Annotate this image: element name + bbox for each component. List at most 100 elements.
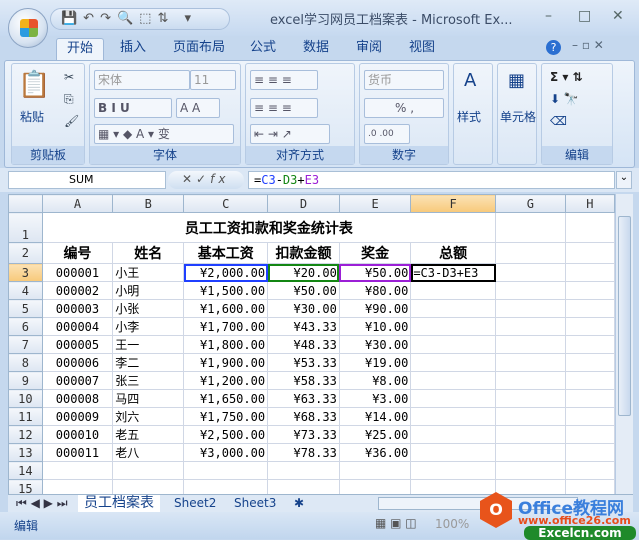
cell[interactable]: 000005: [41, 335, 114, 354]
close-button[interactable]: ✕: [612, 8, 624, 24]
help-icon[interactable]: ?: [546, 40, 561, 55]
cell[interactable]: ¥30.00: [267, 299, 340, 318]
tab-formulas[interactable]: 公式: [240, 38, 286, 60]
cell[interactable]: ¥1,800.00: [183, 335, 269, 354]
column-title-cell[interactable]: 编号: [41, 242, 114, 264]
cell[interactable]: ¥80.00: [338, 281, 412, 300]
cell[interactable]: [495, 443, 566, 462]
cell[interactable]: ¥1,750.00: [183, 407, 269, 426]
cell[interactable]: [267, 461, 340, 480]
cell[interactable]: ¥20.00: [267, 263, 340, 282]
workbook-minimize-button[interactable]: – ▫ ✕: [572, 38, 604, 52]
quick-access-toolbar[interactable]: 💾↶↷🔍⬚⇅ ▾: [50, 8, 230, 30]
tab-view[interactable]: 视图: [399, 38, 445, 60]
cell[interactable]: [495, 317, 566, 336]
cell[interactable]: [338, 479, 412, 494]
cell[interactable]: [495, 263, 566, 282]
column-header[interactable]: C: [183, 194, 269, 213]
cell[interactable]: [564, 317, 615, 336]
cell[interactable]: [183, 461, 269, 480]
view-buttons[interactable]: ▦ ▣ ◫: [375, 516, 417, 530]
cell[interactable]: 000008: [41, 389, 114, 408]
cell[interactable]: [410, 281, 496, 300]
cell[interactable]: [495, 353, 566, 372]
column-header[interactable]: F: [410, 194, 496, 213]
maximize-button[interactable]: □: [578, 8, 591, 24]
cell[interactable]: 000004: [41, 317, 114, 336]
cell[interactable]: 小李: [112, 317, 185, 336]
cell[interactable]: ¥43.33: [267, 317, 340, 336]
cell[interactable]: [495, 425, 566, 444]
cell[interactable]: ¥10.00: [338, 317, 412, 336]
cell[interactable]: [495, 461, 566, 480]
cell[interactable]: ¥1,700.00: [183, 317, 269, 336]
insert-sheet-icon[interactable]: ✱: [288, 495, 310, 512]
row-header[interactable]: 4: [8, 281, 43, 300]
cell[interactable]: [564, 371, 615, 390]
row-header[interactable]: 8: [8, 353, 43, 372]
cell[interactable]: ¥36.00: [338, 443, 412, 462]
cells-button[interactable]: ▦ 单元格: [497, 63, 537, 165]
percent-button[interactable]: % ,: [364, 98, 444, 118]
row-header[interactable]: 6: [8, 317, 43, 336]
row-header[interactable]: 10: [8, 389, 43, 408]
row-header[interactable]: 13: [8, 443, 43, 462]
cell[interactable]: ¥1,900.00: [183, 353, 269, 372]
clear-icon[interactable]: ⌫: [550, 114, 567, 128]
cell[interactable]: [410, 299, 496, 318]
cell[interactable]: 小张: [112, 299, 185, 318]
cell[interactable]: [41, 461, 114, 480]
cell[interactable]: ¥53.33: [267, 353, 340, 372]
row-header[interactable]: 14: [8, 461, 43, 480]
cell[interactable]: 老八: [112, 443, 185, 462]
cell[interactable]: ¥1,500.00: [183, 281, 269, 300]
column-title-cell[interactable]: 扣款金额: [267, 242, 340, 264]
font-size-select[interactable]: 11: [190, 70, 236, 90]
number-format-select[interactable]: 货币: [364, 70, 444, 90]
cell[interactable]: [112, 461, 185, 480]
row-header[interactable]: 15: [8, 479, 43, 494]
row-header[interactable]: 5: [8, 299, 43, 318]
cell[interactable]: ¥25.00: [338, 425, 412, 444]
indent-orientation-buttons[interactable]: ⇤ ⇥ ↗: [250, 124, 330, 144]
paste-icon[interactable]: 📋: [18, 70, 50, 100]
cell[interactable]: [495, 335, 566, 354]
formula-buttons[interactable]: ✕✓fx: [168, 171, 244, 189]
cell[interactable]: [564, 425, 615, 444]
vertical-scrollbar[interactable]: [615, 194, 633, 494]
row-header[interactable]: 1: [8, 212, 43, 243]
cell[interactable]: ¥14.00: [338, 407, 412, 426]
cell[interactable]: ¥1,600.00: [183, 299, 269, 318]
cell[interactable]: 马四: [112, 389, 185, 408]
cell[interactable]: [564, 212, 615, 243]
cell[interactable]: 小明: [112, 281, 185, 300]
cell[interactable]: ¥8.00: [338, 371, 412, 390]
column-header[interactable]: G: [495, 194, 566, 213]
sheet-nav-buttons[interactable]: ⏮ ◀ ▶ ⏭: [10, 495, 74, 512]
cell[interactable]: [41, 479, 114, 494]
styles-button[interactable]: A 样式: [453, 63, 493, 165]
cell[interactable]: ¥1,650.00: [183, 389, 269, 408]
format-painter-icon[interactable]: 🖌: [64, 114, 79, 128]
expand-formula-bar-button[interactable]: ⌄: [616, 171, 632, 189]
cell[interactable]: ¥58.33: [267, 371, 340, 390]
tab-page-layout[interactable]: 页面布局: [163, 38, 235, 60]
autosum-icon[interactable]: Σ ▾ ⇅: [550, 70, 583, 84]
office-button[interactable]: [8, 8, 48, 48]
cell[interactable]: [564, 389, 615, 408]
cell[interactable]: 李二: [112, 353, 185, 372]
cell[interactable]: ¥90.00: [338, 299, 412, 318]
minimize-button[interactable]: –: [545, 8, 552, 24]
paste-button[interactable]: 粘贴: [20, 108, 44, 125]
cell[interactable]: 王一: [112, 335, 185, 354]
cell[interactable]: [495, 242, 566, 264]
cell[interactable]: 000009: [41, 407, 114, 426]
cell[interactable]: ¥3,000.00: [183, 443, 269, 462]
cell[interactable]: 000011: [41, 443, 114, 462]
cell[interactable]: ¥50.00: [267, 281, 340, 300]
cell[interactable]: [495, 281, 566, 300]
cell[interactable]: [564, 281, 615, 300]
cell[interactable]: 000006: [41, 353, 114, 372]
column-header[interactable]: H: [564, 194, 615, 213]
cell[interactable]: ¥50.00: [338, 263, 412, 282]
